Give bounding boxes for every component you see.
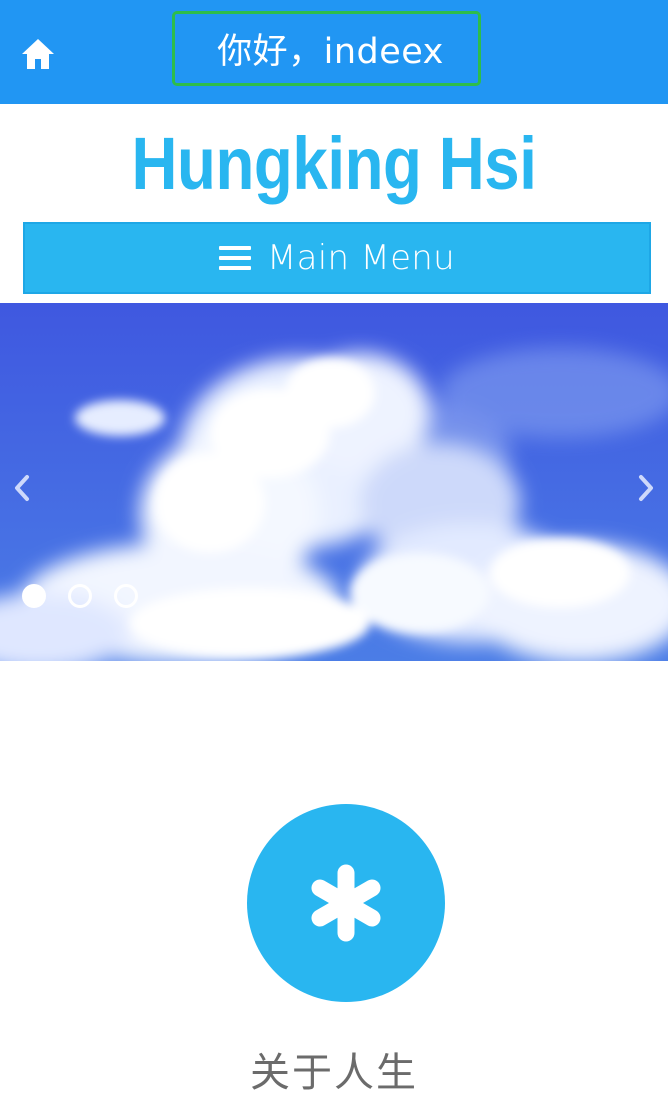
feature-title[interactable]: 关于人生 (0, 1040, 668, 1098)
slider-prev-button[interactable] (2, 463, 42, 513)
feature-icon-circle[interactable] (247, 804, 445, 1002)
home-button[interactable] (18, 34, 58, 74)
main-menu-label: Main Menu (266, 238, 456, 278)
image-slider[interactable] (0, 303, 668, 661)
greeting-text: 你好，indeex (217, 32, 444, 72)
user-greeting[interactable]: 你好，indeex (172, 11, 481, 86)
main-menu-button[interactable]: Main Menu (23, 222, 651, 294)
site-title[interactable]: Hungking Hsi (47, 118, 621, 210)
hamburger-icon (218, 246, 251, 270)
slider-pagination (22, 584, 138, 608)
slider-dot-3[interactable] (114, 584, 138, 608)
chevron-left-icon (15, 475, 29, 501)
slider-dot-2[interactable] (68, 584, 92, 608)
asterisk-icon (311, 864, 381, 942)
home-icon (22, 39, 54, 69)
chevron-right-icon (639, 475, 653, 501)
slider-next-button[interactable] (626, 463, 666, 513)
top-bar: 你好，indeex (0, 0, 668, 104)
slider-dot-1[interactable] (22, 584, 46, 608)
